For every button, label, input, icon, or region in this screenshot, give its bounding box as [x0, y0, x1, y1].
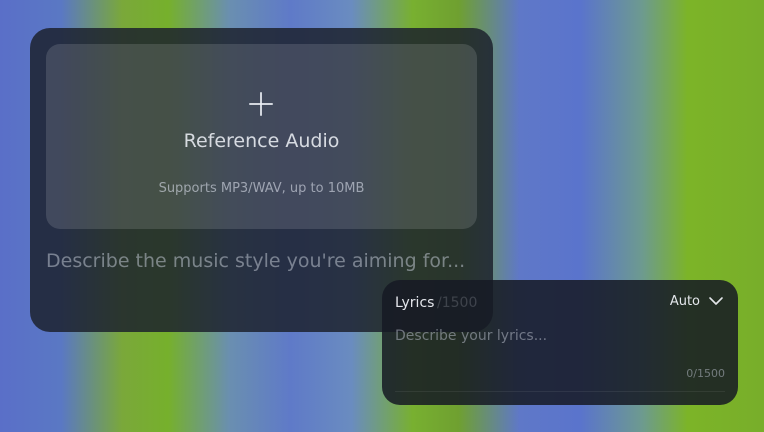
- reference-audio-upload[interactable]: Reference Audio Supports MP3/WAV, up to …: [46, 44, 477, 229]
- lyrics-mode-dropdown[interactable]: Auto: [670, 293, 724, 309]
- lyrics-panel: Lyrics /1500 Auto 0/1500: [382, 280, 738, 405]
- reference-audio-subtitle: Supports MP3/WAV, up to 10MB: [158, 181, 365, 196]
- lyrics-char-count: 0/1500: [686, 367, 725, 380]
- music-style-input[interactable]: [46, 246, 476, 276]
- lyrics-mode-label: Auto: [669, 293, 700, 309]
- chevron-down-icon: [709, 297, 723, 305]
- lyrics-divider: [395, 391, 725, 392]
- lyrics-input[interactable]: [395, 328, 725, 368]
- lyrics-ghost-count: /1500: [437, 295, 478, 311]
- reference-audio-title: Reference Audio: [183, 130, 340, 152]
- lyrics-label: Lyrics: [395, 295, 435, 311]
- plus-icon: [249, 92, 273, 116]
